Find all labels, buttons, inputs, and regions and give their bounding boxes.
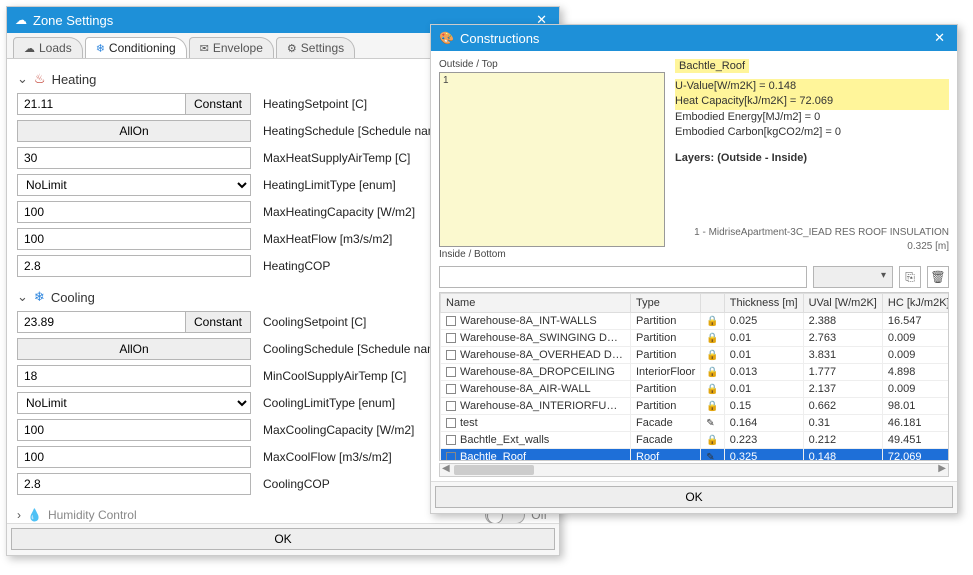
cooling-setpoint-input[interactable] bbox=[17, 311, 186, 333]
flame-icon: ♨ bbox=[34, 71, 46, 87]
cooling-schedule-label: CoolingSchedule [Schedule name] bbox=[263, 342, 447, 356]
inside-label: Inside / Bottom bbox=[439, 249, 665, 260]
table-row[interactable]: Warehouse-8A_OVERHEAD DOOR SEMI-CONDPart… bbox=[441, 347, 950, 364]
col-thickness[interactable]: Thickness [m] bbox=[724, 294, 803, 313]
envelope-icon: ✉ bbox=[200, 42, 209, 55]
heating-schedule-button[interactable]: AllOn bbox=[17, 120, 251, 142]
heating-cop-input[interactable] bbox=[17, 255, 251, 277]
heating-setpoint-label: HeatingSetpoint [C] bbox=[263, 97, 367, 111]
cons-ok-button[interactable]: OK bbox=[435, 486, 953, 508]
table-row[interactable]: Warehouse-8A_AIR-WALLPartition🔒0.012.137… bbox=[441, 381, 950, 398]
cooling-schedule-button[interactable]: AllOn bbox=[17, 338, 251, 360]
zone-ok-button[interactable]: OK bbox=[11, 528, 555, 550]
layers-preview: 1 bbox=[439, 72, 665, 247]
max-heating-capacity-input[interactable] bbox=[17, 201, 251, 223]
zone-title: Zone Settings bbox=[33, 13, 113, 28]
drop-icon: 💧 bbox=[27, 508, 42, 522]
layers-title: Layers: (Outside - Inside) bbox=[675, 151, 949, 166]
max-heat-flow-input[interactable] bbox=[17, 228, 251, 250]
palette-icon: 🎨 bbox=[439, 31, 454, 45]
lock-icon: 🔒 bbox=[706, 350, 718, 361]
heating-setpoint-input[interactable] bbox=[17, 93, 186, 115]
heat-capacity-text: Heat Capacity[kJ/m2K] = 72.069 bbox=[675, 94, 949, 109]
cons-title: Constructions bbox=[460, 31, 539, 46]
max-heating-capacity-label: MaxHeatingCapacity [W/m2] bbox=[263, 205, 415, 219]
cooling-cop-label: CoolingCOP bbox=[263, 477, 330, 491]
lock-icon: 🔒 bbox=[706, 384, 718, 395]
max-cooling-capacity-input[interactable] bbox=[17, 419, 251, 441]
tab-envelope[interactable]: ✉Envelope bbox=[189, 37, 274, 58]
filter-dropdown[interactable] bbox=[813, 266, 893, 288]
cloud-icon: ☁ bbox=[24, 42, 35, 55]
close-icon[interactable]: ✕ bbox=[930, 30, 949, 46]
embodied-carbon-text: Embodied Carbon[kgCO2/m2] = 0 bbox=[675, 125, 949, 140]
table-row[interactable]: Warehouse-8A_DROPCEILINGInteriorFloor🔒0.… bbox=[441, 364, 950, 381]
col-type[interactable]: Type bbox=[631, 294, 701, 313]
max-cooling-capacity-label: MaxCoolingCapacity [W/m2] bbox=[263, 423, 414, 437]
cooling-setpoint-mode-button[interactable]: Constant bbox=[186, 311, 251, 333]
tab-settings[interactable]: ⚙Settings bbox=[276, 37, 355, 58]
gear-icon: ⚙ bbox=[287, 42, 297, 55]
layer-index: 1 bbox=[443, 75, 449, 86]
tab-loads[interactable]: ☁Loads bbox=[13, 37, 83, 58]
table-row[interactable]: Warehouse-8A_SWINGING DOOR SEMI-CONDPart… bbox=[441, 330, 950, 347]
col-name[interactable]: Name bbox=[441, 294, 631, 313]
chevron-down-icon: ⌄ bbox=[17, 289, 28, 305]
table-row[interactable]: Warehouse-8A_INTERIORFURNISHINGSPartitio… bbox=[441, 398, 950, 415]
lock-icon: 🔒 bbox=[706, 435, 718, 446]
search-input[interactable] bbox=[439, 266, 807, 288]
heating-limit-type-select[interactable]: NoLimit bbox=[17, 174, 251, 196]
max-cool-flow-input[interactable] bbox=[17, 446, 251, 468]
table-row[interactable]: Warehouse-8A_INT-WALLSPartition🔒0.0252.3… bbox=[441, 313, 950, 330]
col-uval[interactable]: UVal [W/m2K] bbox=[803, 294, 882, 313]
col-hc[interactable]: HC [kJ/m2K] bbox=[882, 294, 949, 313]
cooling-limit-type-select[interactable]: NoLimit bbox=[17, 392, 251, 414]
chevron-right-icon: › bbox=[17, 508, 21, 522]
lock-icon: 🔒 bbox=[706, 316, 718, 327]
lock-icon: 🔒 bbox=[706, 333, 718, 344]
lock-icon: 🔒 bbox=[706, 367, 718, 378]
edit-icon: ✎ bbox=[706, 452, 714, 461]
cooling-limit-type-label: CoolingLimitType [enum] bbox=[263, 396, 395, 410]
min-cool-supply-input[interactable] bbox=[17, 365, 251, 387]
max-heat-supply-label: MaxHeatSupplyAirTemp [C] bbox=[263, 151, 410, 165]
constructions-grid[interactable]: Name Type Thickness [m] UVal [W/m2K] HC … bbox=[439, 292, 949, 461]
horizontal-scrollbar[interactable] bbox=[439, 463, 949, 477]
heating-schedule-label: HeatingSchedule [Schedule name] bbox=[263, 124, 448, 138]
uvalue-text: U-Value[W/m2K] = 0.148 bbox=[675, 79, 949, 94]
construction-name: Bachtle_Roof bbox=[675, 59, 749, 73]
chevron-down-icon: ⌄ bbox=[17, 71, 28, 87]
snow-icon: ❄ bbox=[96, 42, 105, 55]
embodied-energy-text: Embodied Energy[MJ/m2] = 0 bbox=[675, 110, 949, 125]
copy-button[interactable]: ⎘ bbox=[899, 266, 921, 288]
snow-icon: ❄ bbox=[34, 289, 45, 305]
min-cool-supply-label: MinCoolSupplyAirTemp [C] bbox=[263, 369, 406, 383]
max-cool-flow-label: MaxCoolFlow [m3/s/m2] bbox=[263, 450, 392, 464]
heating-cop-label: HeatingCOP bbox=[263, 259, 330, 273]
table-row[interactable]: Bachtle_RoofRoof✎0.3250.14872.06900 bbox=[441, 449, 950, 462]
table-row[interactable]: testFacade✎0.1640.3146.18100 bbox=[441, 415, 950, 432]
cooling-cop-input[interactable] bbox=[17, 473, 251, 495]
cooling-setpoint-label: CoolingSetpoint [C] bbox=[263, 315, 366, 329]
constructions-window: 🎨 Constructions ✕ Outside / Top 1 Inside… bbox=[430, 24, 958, 514]
delete-button[interactable]: 🗑 bbox=[927, 266, 949, 288]
table-row[interactable]: Bachtle_Ext_wallsFacade🔒0.2230.21249.451… bbox=[441, 432, 950, 449]
lock-icon: 🔒 bbox=[706, 401, 718, 412]
cloud-icon: ☁ bbox=[15, 13, 27, 27]
heating-setpoint-mode-button[interactable]: Constant bbox=[186, 93, 251, 115]
tab-conditioning[interactable]: ❄Conditioning bbox=[85, 37, 187, 58]
edit-icon: ✎ bbox=[706, 418, 714, 429]
max-heat-flow-label: MaxHeatFlow [m3/s/m2] bbox=[263, 232, 392, 246]
layer-description: 1 - MidriseApartment-3C_IEAD RES ROOF IN… bbox=[675, 226, 949, 254]
max-heat-supply-input[interactable] bbox=[17, 147, 251, 169]
outside-label: Outside / Top bbox=[439, 59, 665, 70]
cons-titlebar[interactable]: 🎨 Constructions ✕ bbox=[431, 25, 957, 51]
heating-limit-type-label: HeatingLimitType [enum] bbox=[263, 178, 396, 192]
